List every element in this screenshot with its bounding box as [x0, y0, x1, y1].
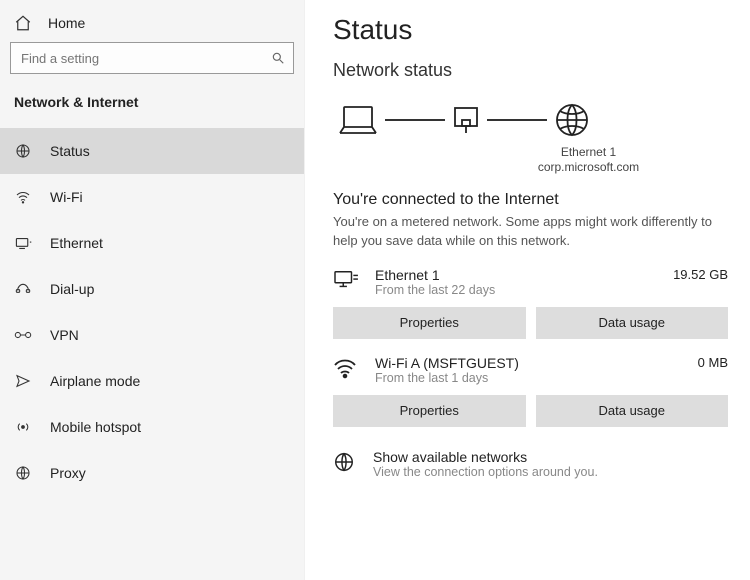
adapter-icon — [451, 103, 481, 137]
dialup-icon — [14, 281, 32, 297]
proxy-icon — [14, 465, 32, 481]
search-icon — [271, 51, 285, 65]
connection-name: Wi-Fi A (MSFTGUEST) — [375, 355, 684, 371]
vpn-icon — [14, 328, 32, 342]
sidebar-item-label: Wi-Fi — [50, 189, 83, 205]
connection-headline: You're connected to the Internet — [333, 191, 728, 209]
sidebar-item-ethernet[interactable]: Ethernet — [0, 220, 304, 266]
category-title: Network & Internet — [0, 84, 304, 118]
home-label: Home — [48, 15, 85, 31]
connection-usage: 19.52 GB — [673, 267, 728, 282]
properties-button[interactable]: Properties — [333, 395, 526, 427]
sidebar-item-label: Airplane mode — [50, 373, 140, 389]
search-field[interactable] — [19, 50, 258, 67]
wifi-icon — [14, 189, 32, 205]
page-title: Status — [333, 14, 728, 46]
sidebar-item-label: Status — [50, 143, 90, 159]
connection-card: Wi-Fi A (MSFTGUEST) From the last 1 days… — [333, 355, 728, 427]
sidebar-nav: Status Wi-Fi Ethernet — [0, 128, 304, 496]
connection-card: Ethernet 1 From the last 22 days 19.52 G… — [333, 267, 728, 339]
sidebar-item-status[interactable]: Status — [0, 128, 304, 174]
home-icon — [14, 14, 32, 32]
data-usage-button[interactable]: Data usage — [536, 395, 729, 427]
sidebar-item-label: Proxy — [50, 465, 86, 481]
sidebar-item-airplane[interactable]: Airplane mode — [0, 358, 304, 404]
data-usage-button[interactable]: Data usage — [536, 307, 729, 339]
sidebar-item-label: Ethernet — [50, 235, 103, 251]
airplane-icon — [14, 373, 32, 389]
sidebar-item-dialup[interactable]: Dial-up — [0, 266, 304, 312]
network-diagram — [333, 101, 728, 139]
diagram-label: Ethernet 1 corp.microsoft.com — [449, 145, 728, 175]
available-title: Show available networks — [373, 449, 598, 465]
connection-subtext: You're on a metered network. Some apps m… — [333, 213, 713, 251]
home-button[interactable]: Home — [0, 0, 304, 42]
adapter-domain: corp.microsoft.com — [449, 160, 728, 175]
main-panel: Status Network status Ethernet 1 co — [305, 0, 750, 580]
sidebar-item-proxy[interactable]: Proxy — [0, 450, 304, 496]
diagram-line — [487, 119, 547, 121]
ethernet-icon — [14, 236, 32, 251]
diagram-line — [385, 119, 445, 121]
ethernet-adapter-icon — [333, 267, 361, 291]
sidebar-item-vpn[interactable]: VPN — [0, 312, 304, 358]
connection-detail: From the last 22 days — [375, 283, 659, 297]
properties-button[interactable]: Properties — [333, 307, 526, 339]
available-subtitle: View the connection options around you. — [373, 465, 598, 479]
sidebar-item-wifi[interactable]: Wi-Fi — [0, 174, 304, 220]
sidebar-item-label: Mobile hotspot — [50, 419, 141, 435]
laptop-icon — [337, 103, 379, 137]
sidebar: Home Network & Internet Status — [0, 0, 305, 580]
connection-usage: 0 MB — [698, 355, 728, 370]
globe-icon — [553, 101, 591, 139]
hotspot-icon — [14, 419, 32, 435]
globe-small-icon — [333, 449, 359, 479]
adapter-name: Ethernet 1 — [449, 145, 728, 160]
connection-detail: From the last 1 days — [375, 371, 684, 385]
sidebar-item-label: Dial-up — [50, 281, 94, 297]
show-available-networks[interactable]: Show available networks View the connect… — [333, 449, 728, 479]
sidebar-item-label: VPN — [50, 327, 79, 343]
status-icon — [14, 143, 32, 159]
search-container — [0, 42, 304, 84]
sidebar-item-hotspot[interactable]: Mobile hotspot — [0, 404, 304, 450]
wifi-adapter-icon — [333, 355, 361, 379]
connection-name: Ethernet 1 — [375, 267, 659, 283]
search-input[interactable] — [10, 42, 294, 74]
section-title: Network status — [333, 60, 728, 81]
